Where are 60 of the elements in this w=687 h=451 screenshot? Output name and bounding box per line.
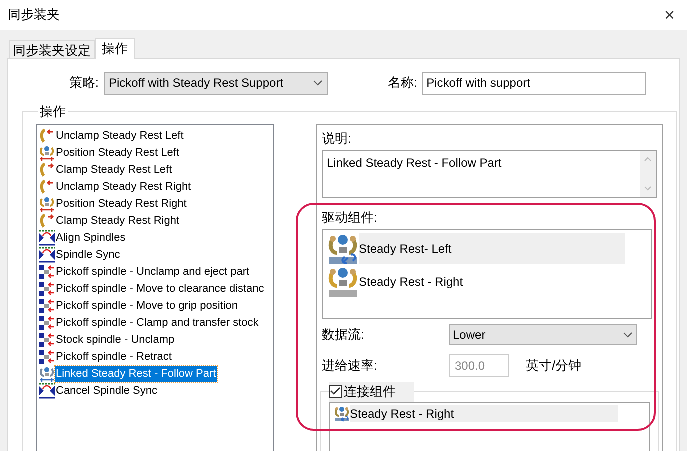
operation-item[interactable]: Spindle Sync bbox=[55, 247, 122, 263]
clamp-arrow-icon bbox=[39, 162, 55, 178]
spindle-arrow-icon bbox=[39, 281, 55, 297]
scroll-down-icon[interactable] bbox=[644, 186, 652, 191]
clamp-arrow-icon bbox=[39, 179, 55, 195]
checkmark-icon bbox=[330, 387, 341, 396]
spindle-arrow-icon bbox=[39, 349, 55, 365]
operation-item[interactable]: Pickoff spindle - Unclamp and eject part bbox=[55, 264, 251, 280]
component-item[interactable]: Steady Rest - Right bbox=[359, 266, 625, 298]
spindle-sync-icon bbox=[39, 383, 55, 399]
operation-item[interactable]: Linked Steady Rest - Follow Part bbox=[55, 366, 218, 382]
tab[interactable]: 操作 bbox=[95, 38, 135, 59]
drive-components-label: 驱动组件: bbox=[322, 208, 379, 227]
clamp-arrow-icon bbox=[39, 213, 55, 229]
chevron-down-icon bbox=[313, 80, 323, 86]
operation-item[interactable]: Pickoff spindle - Clamp and transfer stock bbox=[55, 315, 260, 331]
linked-steady-rest-icon bbox=[327, 232, 359, 265]
operation-item[interactable]: Stock spindle - Unclamp bbox=[55, 332, 176, 348]
steady-rest-icon bbox=[39, 145, 55, 161]
spindle-arrow-icon bbox=[39, 264, 55, 280]
strategy-dropdown[interactable]: Pickoff with Steady Rest Support bbox=[104, 72, 328, 94]
feed-rate-unit: 英寸/分钟 bbox=[526, 356, 582, 375]
clamp-arrow-icon bbox=[39, 128, 55, 144]
description-label: 说明: bbox=[322, 130, 353, 148]
steady-rest-icon bbox=[327, 266, 359, 298]
operation-item[interactable]: Clamp Steady Rest Left bbox=[55, 162, 174, 178]
close-button[interactable]: × bbox=[664, 6, 675, 24]
operation-item[interactable]: Pickoff spindle - Move to clearance distanc bbox=[55, 281, 266, 297]
operation-item[interactable]: Pickoff spindle - Retract bbox=[55, 349, 173, 365]
scroll-up-icon[interactable] bbox=[644, 157, 652, 162]
spindle-sync-icon bbox=[39, 247, 55, 263]
operation-item[interactable]: Clamp Steady Rest Right bbox=[55, 213, 180, 229]
data-flow-dropdown[interactable]: Lower bbox=[449, 324, 637, 345]
operation-item[interactable]: Cancel Spindle Sync bbox=[55, 383, 159, 399]
spindle-arrow-icon bbox=[39, 315, 55, 331]
steady-rest-icon bbox=[39, 196, 55, 212]
name-label: 名称: bbox=[388, 74, 418, 92]
operation-item[interactable]: Pickoff spindle - Move to grip position bbox=[55, 298, 239, 314]
linked-steady-rest-icon bbox=[334, 406, 350, 422]
description-field[interactable]: Linked Steady Rest - Follow Part bbox=[322, 150, 657, 198]
operation-item[interactable]: Position Steady Rest Right bbox=[55, 196, 188, 212]
spindle-arrow-icon bbox=[39, 332, 55, 348]
spindle-sync-icon bbox=[39, 230, 55, 246]
group-title: 操作 bbox=[39, 103, 67, 121]
spindle-arrow-icon bbox=[39, 298, 55, 314]
scrollbar[interactable] bbox=[640, 151, 656, 197]
data-flow-label: 数据流: bbox=[322, 326, 366, 344]
component-item[interactable]: Steady Rest- Left bbox=[359, 233, 625, 264]
operation-item[interactable]: Align Spindles bbox=[55, 230, 127, 246]
name-field[interactable]: Pickoff with support bbox=[422, 72, 646, 94]
component-item[interactable]: Steady Rest - Right bbox=[350, 405, 618, 422]
feed-rate-label: 进给速率: bbox=[322, 356, 379, 375]
chevron-down-icon bbox=[623, 332, 633, 338]
operation-item[interactable]: Unclamp Steady Rest Right bbox=[55, 179, 192, 195]
operation-item[interactable]: Unclamp Steady Rest Left bbox=[55, 128, 185, 144]
strategy-label: 策略: bbox=[68, 74, 100, 92]
steady-rest-icon bbox=[39, 366, 55, 382]
operation-item[interactable]: Position Steady Rest Left bbox=[55, 145, 181, 161]
tab[interactable]: 同步装夹设定 bbox=[9, 40, 95, 58]
window-title: 同步装夹 bbox=[8, 6, 60, 24]
